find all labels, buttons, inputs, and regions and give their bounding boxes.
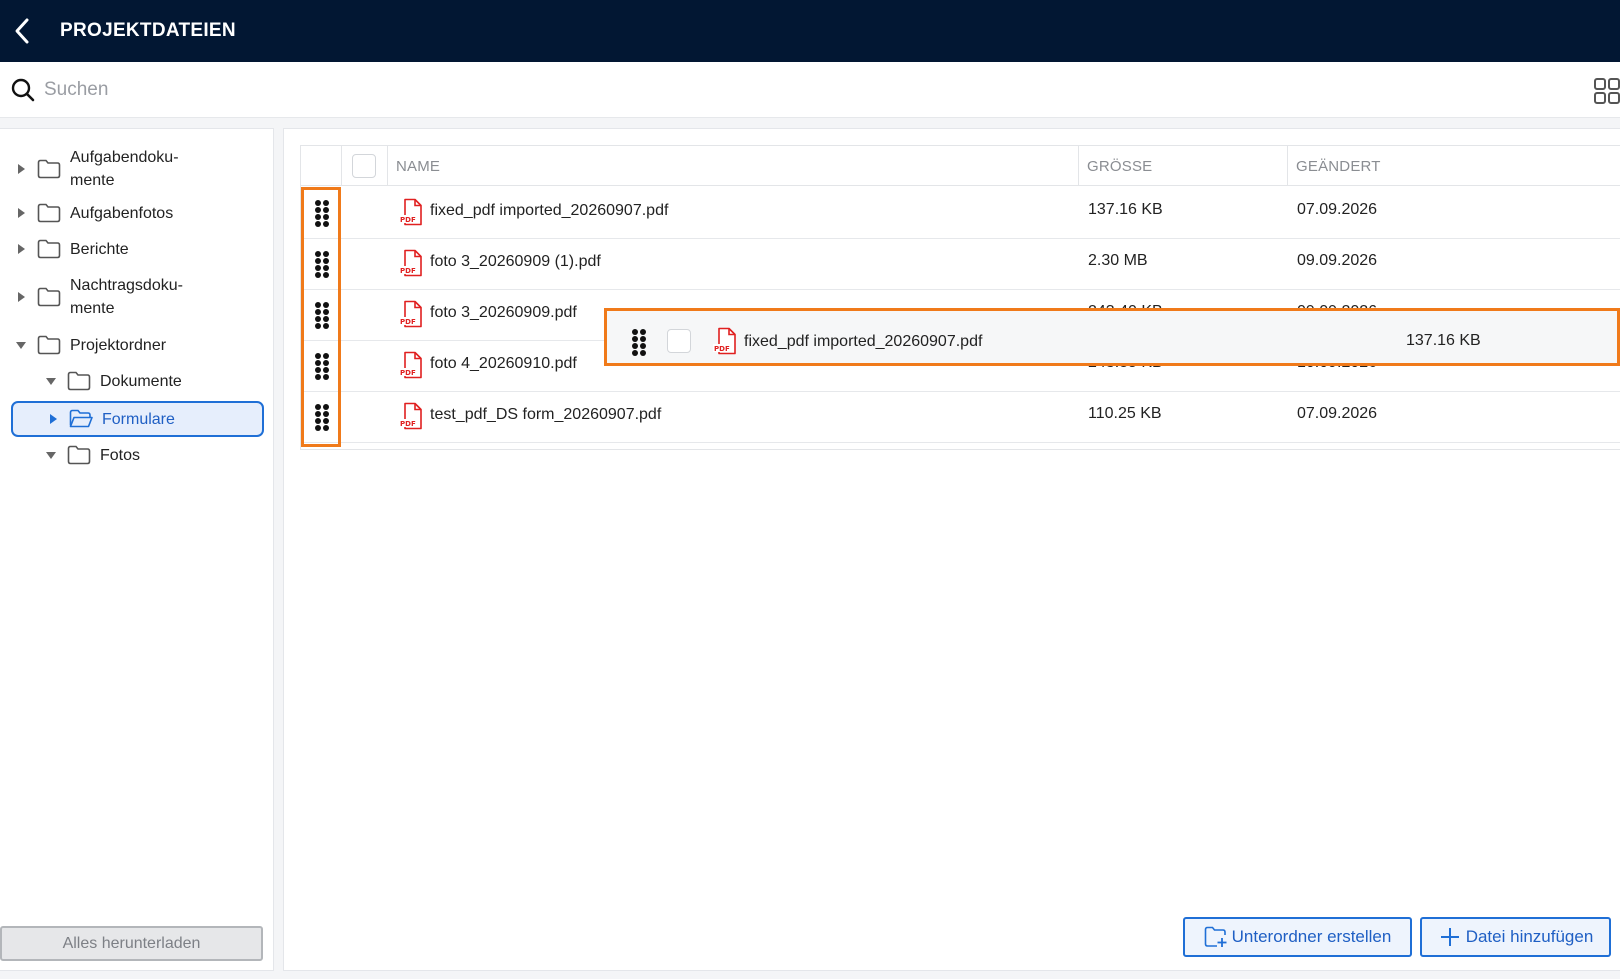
page-title: PROJEKTDATEIEN bbox=[60, 20, 236, 41]
folder-icon bbox=[37, 335, 61, 355]
tree-item-dokumente[interactable]: Dokumente bbox=[44, 367, 182, 395]
folder-icon bbox=[67, 445, 91, 465]
caret-right-icon[interactable] bbox=[46, 412, 60, 426]
drag-ghost-row[interactable]: PDF fixed_pdf imported_20260907.pdf 137.… bbox=[604, 308, 1620, 366]
table-row[interactable]: PDF test_pdf_DS form_20260907.pdf 110.25… bbox=[301, 390, 1620, 443]
file-name: fixed_pdf imported_20260907.pdf bbox=[744, 333, 983, 350]
back-button[interactable] bbox=[0, 0, 44, 62]
file-size: 137.16 KB bbox=[1088, 201, 1163, 218]
caret-down-icon[interactable] bbox=[44, 374, 58, 388]
file-name[interactable]: test_pdf_DS form_20260907.pdf bbox=[430, 406, 661, 424]
svg-text:PDF: PDF bbox=[714, 345, 730, 353]
caret-right-icon[interactable] bbox=[14, 206, 28, 220]
folder-plus-icon bbox=[1204, 925, 1228, 949]
svg-text:PDF: PDF bbox=[400, 420, 416, 428]
tree-item-label: Formulare bbox=[102, 410, 175, 428]
add-file-button[interactable]: Datei hinzufügen bbox=[1420, 917, 1611, 957]
caret-right-icon[interactable] bbox=[14, 242, 28, 256]
handle-column-header bbox=[301, 146, 341, 186]
file-name[interactable]: foto 4_20260910.pdf bbox=[430, 355, 577, 373]
file-list-panel: NAME GRÖSSE GEÄNDERT PDF fixed_pdf impor… bbox=[283, 128, 1620, 971]
folder-icon bbox=[37, 239, 61, 259]
tree-item-label: Berichte bbox=[70, 240, 129, 258]
drag-handle-icon[interactable] bbox=[631, 328, 647, 356]
folder-icon bbox=[37, 203, 61, 223]
tree-item-formulare[interactable]: Formulare bbox=[11, 401, 264, 437]
pdf-file-icon: PDF bbox=[399, 351, 422, 379]
folder-icon bbox=[67, 371, 91, 391]
tree-item-label: Dokumente bbox=[100, 372, 182, 390]
grid-view-icon[interactable] bbox=[1594, 78, 1620, 104]
caret-down-icon[interactable] bbox=[14, 338, 28, 352]
file-name[interactable]: foto 3_20260909 (1).pdf bbox=[430, 253, 601, 271]
svg-text:PDF: PDF bbox=[400, 318, 416, 326]
pdf-file-icon: PDF bbox=[713, 327, 736, 355]
file-date: 07.09.2026 bbox=[1297, 201, 1378, 218]
svg-text:PDF: PDF bbox=[400, 369, 416, 377]
plus-icon bbox=[1438, 925, 1462, 949]
folder-open-icon bbox=[69, 409, 93, 429]
column-header-size[interactable]: GRÖSSE bbox=[1078, 146, 1287, 186]
search-input[interactable] bbox=[44, 78, 1444, 101]
caret-down-icon[interactable] bbox=[44, 448, 58, 462]
table-row[interactable]: PDF fixed_pdf imported_20260907.pdf 137.… bbox=[301, 186, 1620, 239]
caret-right-icon[interactable] bbox=[14, 162, 28, 176]
table-row[interactable]: PDF foto 3_20260909 (1).pdf 2.30 MB 09.0… bbox=[301, 237, 1620, 290]
folder-icon bbox=[37, 287, 61, 307]
file-name[interactable]: foto 3_20260909.pdf bbox=[430, 304, 577, 322]
search-bar bbox=[0, 62, 1620, 118]
tree-item-projektordner[interactable]: Projektordner bbox=[14, 331, 166, 359]
tree-item-nachtragsdokumente[interactable]: Nachtragsdoku-mente bbox=[14, 271, 183, 323]
tree-item-label: Projektordner bbox=[70, 336, 167, 354]
file-size: 110.25 KB bbox=[1088, 405, 1162, 422]
file-table: NAME GRÖSSE GEÄNDERT PDF fixed_pdf impor… bbox=[300, 145, 1620, 450]
column-header-modified[interactable]: GEÄNDERT bbox=[1287, 146, 1620, 186]
tree-item-label: Fotos bbox=[100, 446, 141, 464]
file-name[interactable]: fixed_pdf imported_20260907.pdf bbox=[430, 202, 668, 220]
file-date: 09.09.2026 bbox=[1297, 252, 1378, 269]
create-subfolder-button[interactable]: Unterordner erstellen bbox=[1183, 917, 1412, 957]
file-size: 2.30 MB bbox=[1088, 252, 1148, 269]
app-header: PROJEKTDATEIEN bbox=[0, 0, 1620, 62]
pdf-file-icon: PDF bbox=[399, 402, 422, 430]
tree-item-label: mente bbox=[70, 300, 115, 317]
create-subfolder-label: Unterordner erstellen bbox=[1231, 927, 1392, 946]
table-header: NAME GRÖSSE GEÄNDERT bbox=[301, 146, 1620, 186]
svg-text:PDF: PDF bbox=[400, 267, 416, 275]
add-file-label: Datei hinzufügen bbox=[1465, 927, 1594, 946]
chevron-left-icon bbox=[15, 18, 29, 44]
tree-item-aufgabenfotos[interactable]: Aufgabenfotos bbox=[14, 199, 173, 227]
pdf-file-icon: PDF bbox=[399, 300, 422, 328]
select-all-checkbox[interactable] bbox=[352, 154, 376, 178]
folder-tree: Aufgabendoku-mente Aufgabenfotos Bericht… bbox=[0, 128, 274, 971]
tree-item-label: Aufgabenfotos bbox=[70, 204, 174, 222]
tree-item-fotos[interactable]: Fotos bbox=[44, 441, 140, 469]
drag-handle-icon[interactable] bbox=[314, 250, 330, 278]
search-icon bbox=[10, 77, 36, 103]
tree-item-label: mente bbox=[70, 172, 115, 189]
tree-item-aufgabendokumente[interactable]: Aufgabendoku-mente bbox=[14, 143, 179, 195]
drag-handle-icon[interactable] bbox=[314, 352, 330, 380]
tree-item-label: Aufgabendoku- bbox=[70, 149, 179, 166]
pdf-file-icon: PDF bbox=[399, 198, 422, 226]
column-header-name[interactable]: NAME bbox=[387, 146, 1078, 186]
tree-item-label: Nachtragsdoku- bbox=[70, 277, 183, 294]
folder-icon bbox=[37, 159, 61, 179]
pdf-file-icon: PDF bbox=[399, 249, 422, 277]
tree-item-berichte[interactable]: Berichte bbox=[14, 235, 129, 263]
caret-right-icon[interactable] bbox=[14, 290, 28, 304]
select-all-cell bbox=[341, 146, 387, 186]
drag-handle-icon[interactable] bbox=[314, 301, 330, 329]
drag-handle-icon[interactable] bbox=[314, 403, 330, 431]
drag-handle-icon[interactable] bbox=[314, 199, 330, 227]
file-date: 07.09.2026 bbox=[1297, 405, 1378, 422]
svg-text:PDF: PDF bbox=[400, 216, 416, 224]
download-all-button[interactable]: Alles herunterladen bbox=[0, 926, 263, 961]
row-checkbox[interactable] bbox=[667, 329, 691, 353]
file-size: 137.16 KB bbox=[1406, 332, 1481, 349]
